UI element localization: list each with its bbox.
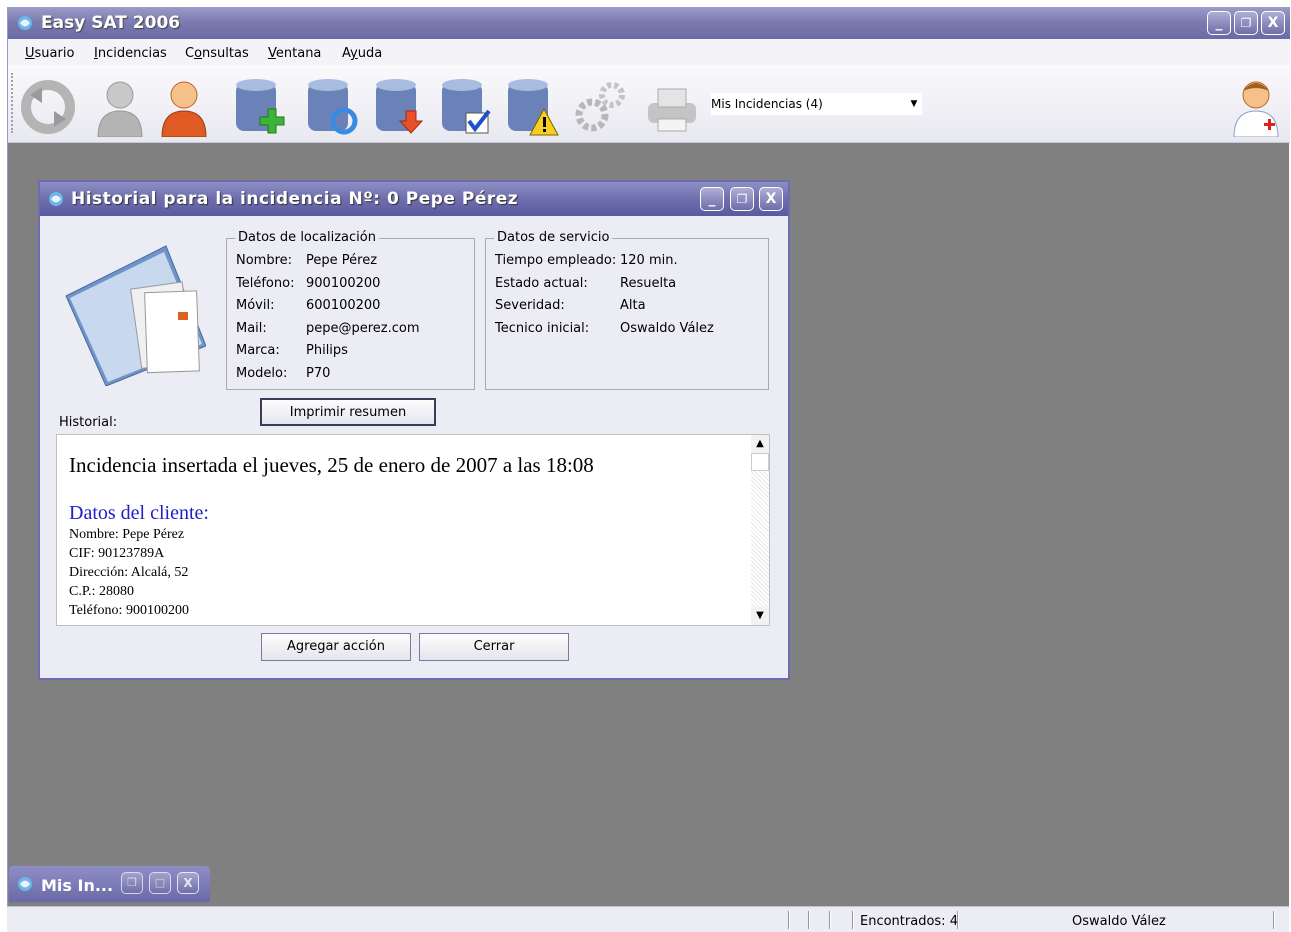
app-logo-icon [49,192,63,206]
loc-label-movil: Móvil: [236,298,275,313]
chevron-down-icon[interactable]: ▼ [908,96,920,112]
gears-icon[interactable] [570,75,630,137]
toolbar: Mis Incidencias (4) ▼ [8,65,1290,143]
print-summary-button[interactable]: Imprimir resumen [260,398,436,426]
app-logo-icon [18,877,32,891]
menu-ayuda[interactable]: Ayuda [342,46,382,61]
documents-icon [65,245,206,386]
user-gray-icon[interactable] [90,75,150,137]
svc-label-estado: Estado actual: [495,276,588,291]
svc-value-estado: Resuelta [620,276,677,291]
history-heading: Incidencia insertada el jueves, 25 de en… [69,453,594,477]
main-window: Easy SAT 2006 _ ❐ X Usuario Incidencias … [7,7,1290,932]
status-separator [1273,911,1275,929]
history-line: Dirección: Alcalá, 52 [69,565,189,580]
loc-value-marca: Philips [306,343,348,358]
db-add-icon[interactable] [230,75,290,137]
toolbar-grip[interactable] [11,73,14,133]
history-subheading: Datos del cliente: [69,502,209,524]
loc-value-movil: 600100200 [306,298,381,313]
loc-value-modelo: P70 [306,366,331,381]
history-line: Nombre: Pepe Pérez [69,527,185,542]
close-history-button[interactable]: Cerrar [419,633,569,661]
minimized-window-title: Mis In... [41,876,114,895]
mini-restore-button[interactable]: ❐ [121,872,143,894]
refresh-icon[interactable] [18,75,78,137]
db-sync-icon[interactable] [302,75,362,137]
status-found: Encontrados: 4 [860,914,958,929]
doctor-icon[interactable] [1226,75,1286,137]
svc-value-tecnico: Oswaldo Vález [620,321,714,336]
printer-icon[interactable] [642,75,702,137]
location-group-legend: Datos de localización [235,230,379,245]
status-user: Oswaldo Vález [1072,914,1166,929]
history-window-title: Historial para la incidencia Nº: 0 Pepe … [71,189,519,209]
user-orange-icon[interactable] [154,75,214,137]
title-bar[interactable]: Easy SAT 2006 _ ❐ X [8,7,1290,39]
app-logo-icon [18,16,32,30]
history-line: C.P.: 28080 [69,584,134,599]
history-window-titlebar[interactable]: Historial para la incidencia Nº: 0 Pepe … [40,182,788,216]
svc-value-tiempo: 120 min. [620,253,678,268]
add-action-button[interactable]: Agregar acción [261,633,411,661]
child-minimize-button[interactable]: _ [700,187,724,211]
history-view[interactable]: Incidencia insertada el jueves, 25 de en… [56,434,770,626]
restore-button[interactable]: ❐ [1234,11,1258,35]
menu-usuario[interactable]: Usuario [25,46,74,61]
history-line: CIF: 90123789A [69,546,165,561]
mini-maximize-button[interactable]: □ [149,872,171,894]
db-check-icon[interactable] [436,75,496,137]
minimized-window[interactable]: Mis In... ❐ □ X [9,866,210,902]
mini-close-button[interactable]: X [177,872,199,894]
history-window: Historial para la incidencia Nº: 0 Pepe … [38,180,790,680]
service-group-legend: Datos de servicio [494,230,613,245]
menu-consultas[interactable]: Consultas [185,46,249,61]
svc-label-tiempo: Tiempo empleado: [495,253,617,268]
status-separator [957,911,959,929]
close-button[interactable]: X [1261,11,1285,35]
history-label: Historial: [59,415,118,430]
scroll-thumb[interactable] [751,453,769,471]
svc-value-severidad: Alta [620,298,646,313]
loc-label-telefono: Teléfono: [236,276,295,291]
status-separator [788,911,790,929]
loc-label-modelo: Modelo: [236,366,288,381]
status-bar: Encontrados: 4 Oswaldo Vález [7,906,1289,932]
app-title: Easy SAT 2006 [41,13,181,33]
history-line: Teléfono: 900100200 [69,603,189,618]
loc-value-telefono: 900100200 [306,276,381,291]
loc-value-nombre: Pepe Pérez [306,253,378,268]
loc-label-nombre: Nombre: [236,253,293,268]
child-close-button[interactable]: X [759,187,783,211]
history-scrollbar[interactable]: ▲ ▼ [751,435,769,625]
filter-select[interactable]: Mis Incidencias (4) ▼ [711,93,922,115]
service-group: Datos de servicio Tiempo empleado: 120 m… [485,230,769,390]
loc-value-mail: pepe@perez.com [306,321,420,336]
menu-bar: Usuario Incidencias Consultas Ventana Ay… [8,39,1290,65]
menu-ventana[interactable]: Ventana [268,46,321,61]
status-separator [852,911,854,929]
loc-label-marca: Marca: [236,343,280,358]
location-group: Datos de localización Nombre: Pepe Pérez… [226,230,475,390]
scroll-down-icon[interactable]: ▼ [751,607,769,625]
svc-label-tecnico: Tecnico inicial: [495,321,590,336]
menu-incidencias[interactable]: Incidencias [94,46,167,61]
scroll-up-icon[interactable]: ▲ [751,435,769,453]
loc-label-mail: Mail: [236,321,267,336]
status-separator [829,911,831,929]
minimize-button[interactable]: _ [1207,11,1231,35]
svc-label-severidad: Severidad: [495,298,565,313]
status-separator [808,911,810,929]
filter-select-value: Mis Incidencias (4) [711,97,823,111]
history-content: Incidencia insertada el jueves, 25 de en… [69,453,749,620]
child-restore-button[interactable]: ❐ [730,187,754,211]
db-download-icon[interactable] [370,75,430,137]
db-warning-icon[interactable] [502,75,562,137]
